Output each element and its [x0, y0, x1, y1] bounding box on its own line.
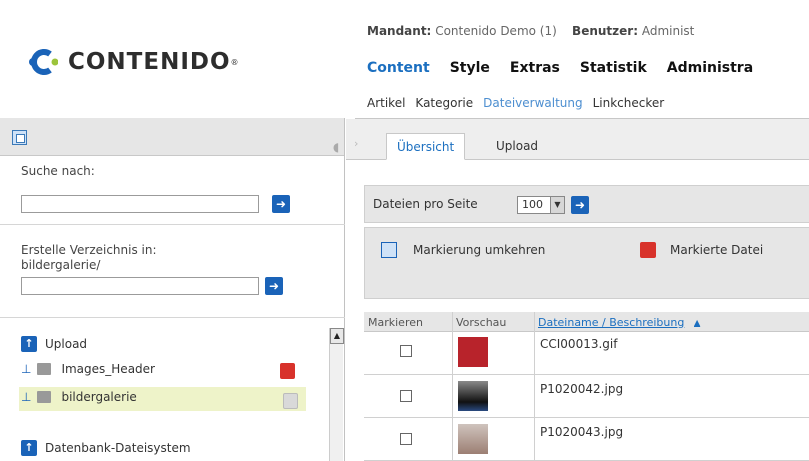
- create-dir-submit-arrow-icon[interactable]: ➜: [265, 277, 283, 295]
- row-filename[interactable]: CCI00013.gif: [540, 337, 617, 351]
- overview-icon[interactable]: [12, 130, 27, 145]
- row-checkbox[interactable]: [400, 390, 412, 402]
- per-page-value: 100: [522, 198, 543, 211]
- delete-folder-disabled-icon: [283, 393, 298, 409]
- mandant-value: Contenido Demo (1): [435, 24, 557, 38]
- expand-arrow-icon[interactable]: ›: [354, 137, 358, 150]
- header-logo-area: CONTENIDO ®: [0, 0, 350, 118]
- upload-folder-icon: ↑: [21, 440, 37, 456]
- tree-root-label: Upload: [45, 337, 88, 351]
- row-filename[interactable]: P1020042.jpg: [540, 382, 623, 396]
- thumbnail-image[interactable]: [458, 337, 488, 367]
- create-dir-section: Erstelle Verzeichnis in: bildergalerie/ …: [0, 225, 345, 318]
- tree-connector-icon: ⊥: [21, 390, 32, 404]
- left-panel-header: ◖: [0, 118, 344, 156]
- create-dir-input[interactable]: [21, 277, 259, 295]
- tree-item-label: bildergalerie: [61, 390, 137, 404]
- col-header-markieren: Markieren: [368, 316, 423, 329]
- tab-upload[interactable]: Upload: [486, 133, 548, 160]
- tab-overview[interactable]: Übersicht: [386, 133, 466, 160]
- per-page-select[interactable]: 100 ▼: [517, 196, 565, 214]
- search-section: Suche nach: ➜: [0, 156, 345, 225]
- sub-nav-kategorie[interactable]: Kategorie: [415, 96, 473, 110]
- content-tabs: › Übersicht Upload: [346, 119, 809, 160]
- search-label: Suche nach:: [21, 164, 95, 178]
- col-header-filename[interactable]: Dateiname / Beschreibung: [538, 316, 684, 329]
- main-nav: Content Style Extras Statistik Administr…: [367, 60, 753, 76]
- folder-icon: [37, 363, 52, 375]
- scroll-up-arrow-icon[interactable]: ▲: [330, 328, 344, 344]
- main-nav-administration[interactable]: Administra: [667, 60, 753, 76]
- content-frame: › Übersicht Upload Dateien pro Seite 100…: [346, 119, 809, 461]
- row-checkbox[interactable]: [400, 433, 412, 445]
- search-input[interactable]: [21, 195, 259, 213]
- tree-db-label: Datenbank-Dateisystem: [45, 441, 191, 455]
- folder-tree: ↑ Upload ⊥ Images_Header ⊥ bildergalerie…: [0, 318, 345, 461]
- sub-nav-artikel[interactable]: Artikel: [367, 96, 405, 110]
- delete-folder-icon[interactable]: [280, 363, 295, 379]
- tree-root-upload[interactable]: ↑ Upload: [21, 336, 87, 352]
- tree-connector-icon: ⊥: [21, 362, 32, 376]
- upload-folder-icon: ↑: [21, 336, 37, 352]
- dropdown-arrow-icon: ▼: [550, 197, 564, 213]
- row-checkbox[interactable]: [400, 345, 412, 357]
- create-dir-label: Erstelle Verzeichnis in:: [21, 243, 157, 257]
- contenido-logo[interactable]: CONTENIDO ®: [28, 44, 239, 80]
- per-page-bar: Dateien pro Seite 100 ▼ ➜: [364, 185, 809, 223]
- invert-selection-link[interactable]: Markierung umkehren: [413, 243, 545, 257]
- table-row: P1020043.jpg: [364, 419, 809, 461]
- logo-text: CONTENIDO: [68, 49, 231, 75]
- create-dir-path: bildergalerie/: [21, 258, 101, 272]
- table-row: P1020042.jpg: [364, 376, 809, 418]
- sort-asc-icon: ▲: [694, 318, 701, 327]
- mandant-label: Mandant:: [367, 24, 432, 38]
- main-nav-style[interactable]: Style: [450, 60, 490, 76]
- per-page-submit-arrow-icon[interactable]: ➜: [571, 196, 589, 214]
- main-nav-statistik[interactable]: Statistik: [580, 60, 647, 76]
- session-info: Mandant: Contenido Demo (1) Benutzer: Ad…: [367, 24, 694, 38]
- tree-root-database[interactable]: ↑ Datenbank-Dateisystem: [21, 440, 191, 456]
- tree-item-images-header[interactable]: ⊥ Images_Header: [21, 362, 155, 376]
- tree-item-bildergalerie[interactable]: ⊥ bildergalerie: [21, 390, 137, 404]
- main-nav-content[interactable]: Content: [367, 60, 430, 76]
- registered-mark: ®: [230, 57, 239, 67]
- delete-selected-icon[interactable]: [640, 242, 656, 258]
- delete-selected-link[interactable]: Markierte Datei: [670, 243, 763, 257]
- collapse-left-icon[interactable]: ◖: [333, 140, 343, 156]
- main-nav-extras[interactable]: Extras: [510, 60, 560, 76]
- sub-nav-linkchecker[interactable]: Linkchecker: [593, 96, 665, 110]
- sub-nav-dateiverwaltung[interactable]: Dateiverwaltung: [483, 96, 582, 110]
- invert-selection-icon[interactable]: [381, 242, 397, 258]
- search-submit-arrow-icon[interactable]: ➜: [272, 195, 290, 213]
- logo-mark-icon: [28, 47, 59, 77]
- table-row: CCI00013.gif: [364, 333, 809, 375]
- per-page-label: Dateien pro Seite: [373, 197, 478, 211]
- thumbnail-image[interactable]: [458, 424, 488, 454]
- left-panel: ◖ Suche nach: ➜ Erstelle Verzeichnis in:…: [0, 118, 345, 461]
- table-header: Markieren Vorschau Dateiname / Beschreib…: [364, 312, 809, 332]
- folder-icon: [37, 391, 52, 403]
- tree-scrollbar[interactable]: ▲: [329, 328, 344, 461]
- action-bar: Markierung umkehren Markierte Datei: [364, 227, 809, 299]
- thumbnail-image[interactable]: [458, 381, 488, 411]
- col-header-vorschau: Vorschau: [456, 316, 507, 329]
- tree-item-label: Images_Header: [61, 362, 155, 376]
- files-table: Markieren Vorschau Dateiname / Beschreib…: [364, 312, 809, 461]
- row-filename[interactable]: P1020043.jpg: [540, 425, 623, 439]
- sub-nav: Artikel Kategorie Dateiverwaltung Linkch…: [367, 96, 664, 110]
- user-value: Administ: [641, 24, 695, 38]
- user-label: Benutzer:: [572, 24, 638, 38]
